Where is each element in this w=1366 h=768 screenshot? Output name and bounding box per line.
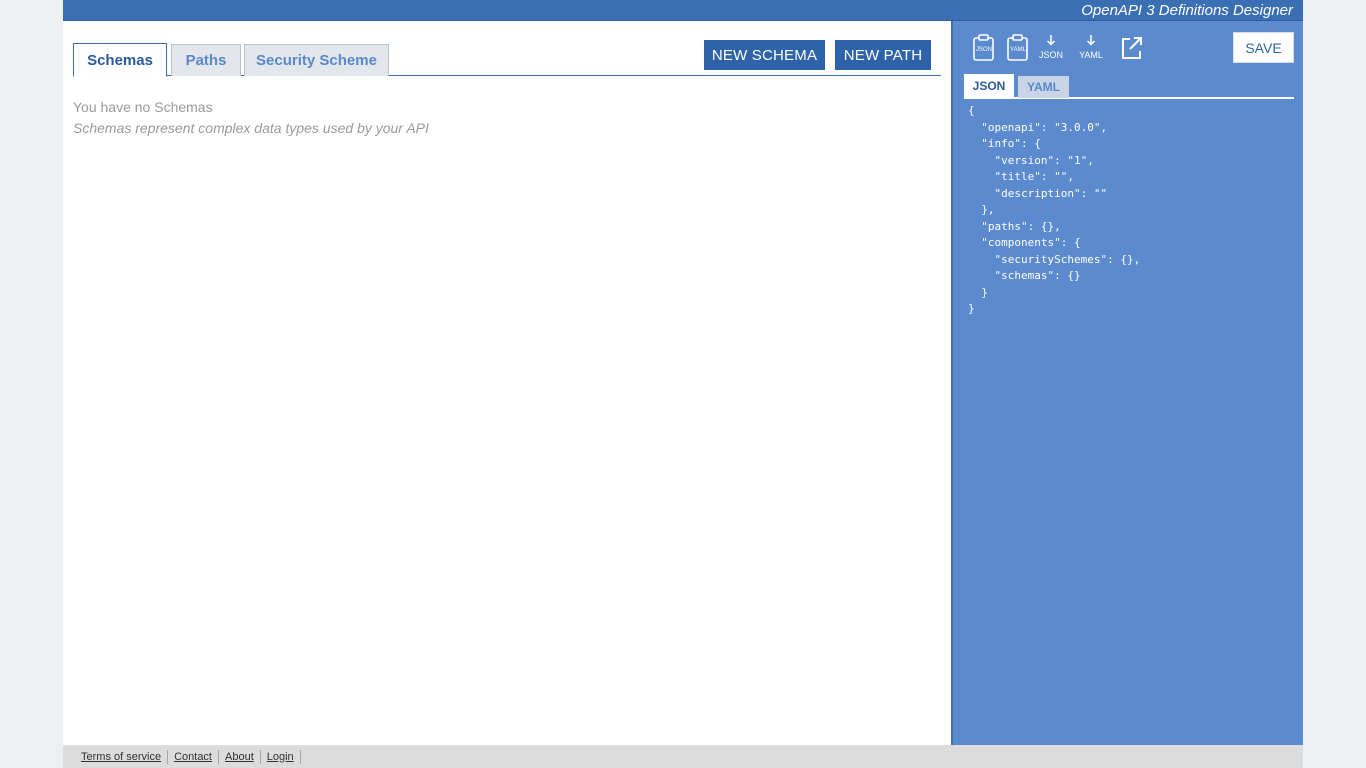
footer-link-login[interactable]: Login: [261, 749, 301, 764]
app-window: OpenAPI 3 Definitions Designer Schemas P…: [63, 0, 1303, 768]
tab-schemas[interactable]: Schemas: [73, 43, 167, 77]
right-pane: JSON YAML JSON YAML SAVE JSON YAML {"op…: [951, 21, 1303, 745]
empty-state-title: You have no Schemas: [73, 99, 213, 115]
code-format-tabs: JSON YAML: [964, 74, 1294, 99]
tab-json[interactable]: JSON: [964, 74, 1014, 98]
left-pane: Schemas Paths Security Scheme NEW SCHEMA…: [63, 21, 951, 745]
open-external-icon[interactable]: [1119, 33, 1145, 63]
download-yaml-icon[interactable]: YAML: [1077, 33, 1105, 63]
download-json-label: JSON: [1038, 50, 1063, 60]
empty-state-description: Schemas represent complex data types use…: [73, 120, 429, 136]
title-bar: OpenAPI 3 Definitions Designer: [63, 0, 1303, 21]
download-yaml-label: YAML: [1079, 50, 1103, 60]
footer-link-contact[interactable]: Contact: [168, 749, 219, 764]
app-title: OpenAPI 3 Definitions Designer: [1081, 2, 1293, 19]
new-schema-button[interactable]: NEW SCHEMA: [704, 40, 825, 70]
tab-paths[interactable]: Paths: [171, 44, 241, 76]
tab-security-scheme[interactable]: Security Scheme: [244, 44, 389, 76]
footer: Terms of service Contact About Login: [63, 745, 1303, 768]
footer-link-about[interactable]: About: [219, 749, 261, 764]
clipboard-yaml-label: YAML: [1010, 47, 1026, 53]
download-json-icon[interactable]: JSON: [1037, 33, 1065, 63]
code-preview: { "openapi": "3.0.0", "info": { "version…: [968, 104, 1141, 315]
save-button[interactable]: SAVE: [1233, 32, 1294, 63]
new-path-button[interactable]: NEW PATH: [835, 40, 931, 70]
clipboard-json-label: JSON: [975, 47, 992, 53]
tab-yaml[interactable]: YAML: [1018, 76, 1069, 98]
clipboard-yaml-icon[interactable]: YAML: [1005, 33, 1031, 63]
footer-link-terms[interactable]: Terms of service: [75, 749, 169, 764]
clipboard-json-icon[interactable]: JSON: [971, 33, 997, 63]
